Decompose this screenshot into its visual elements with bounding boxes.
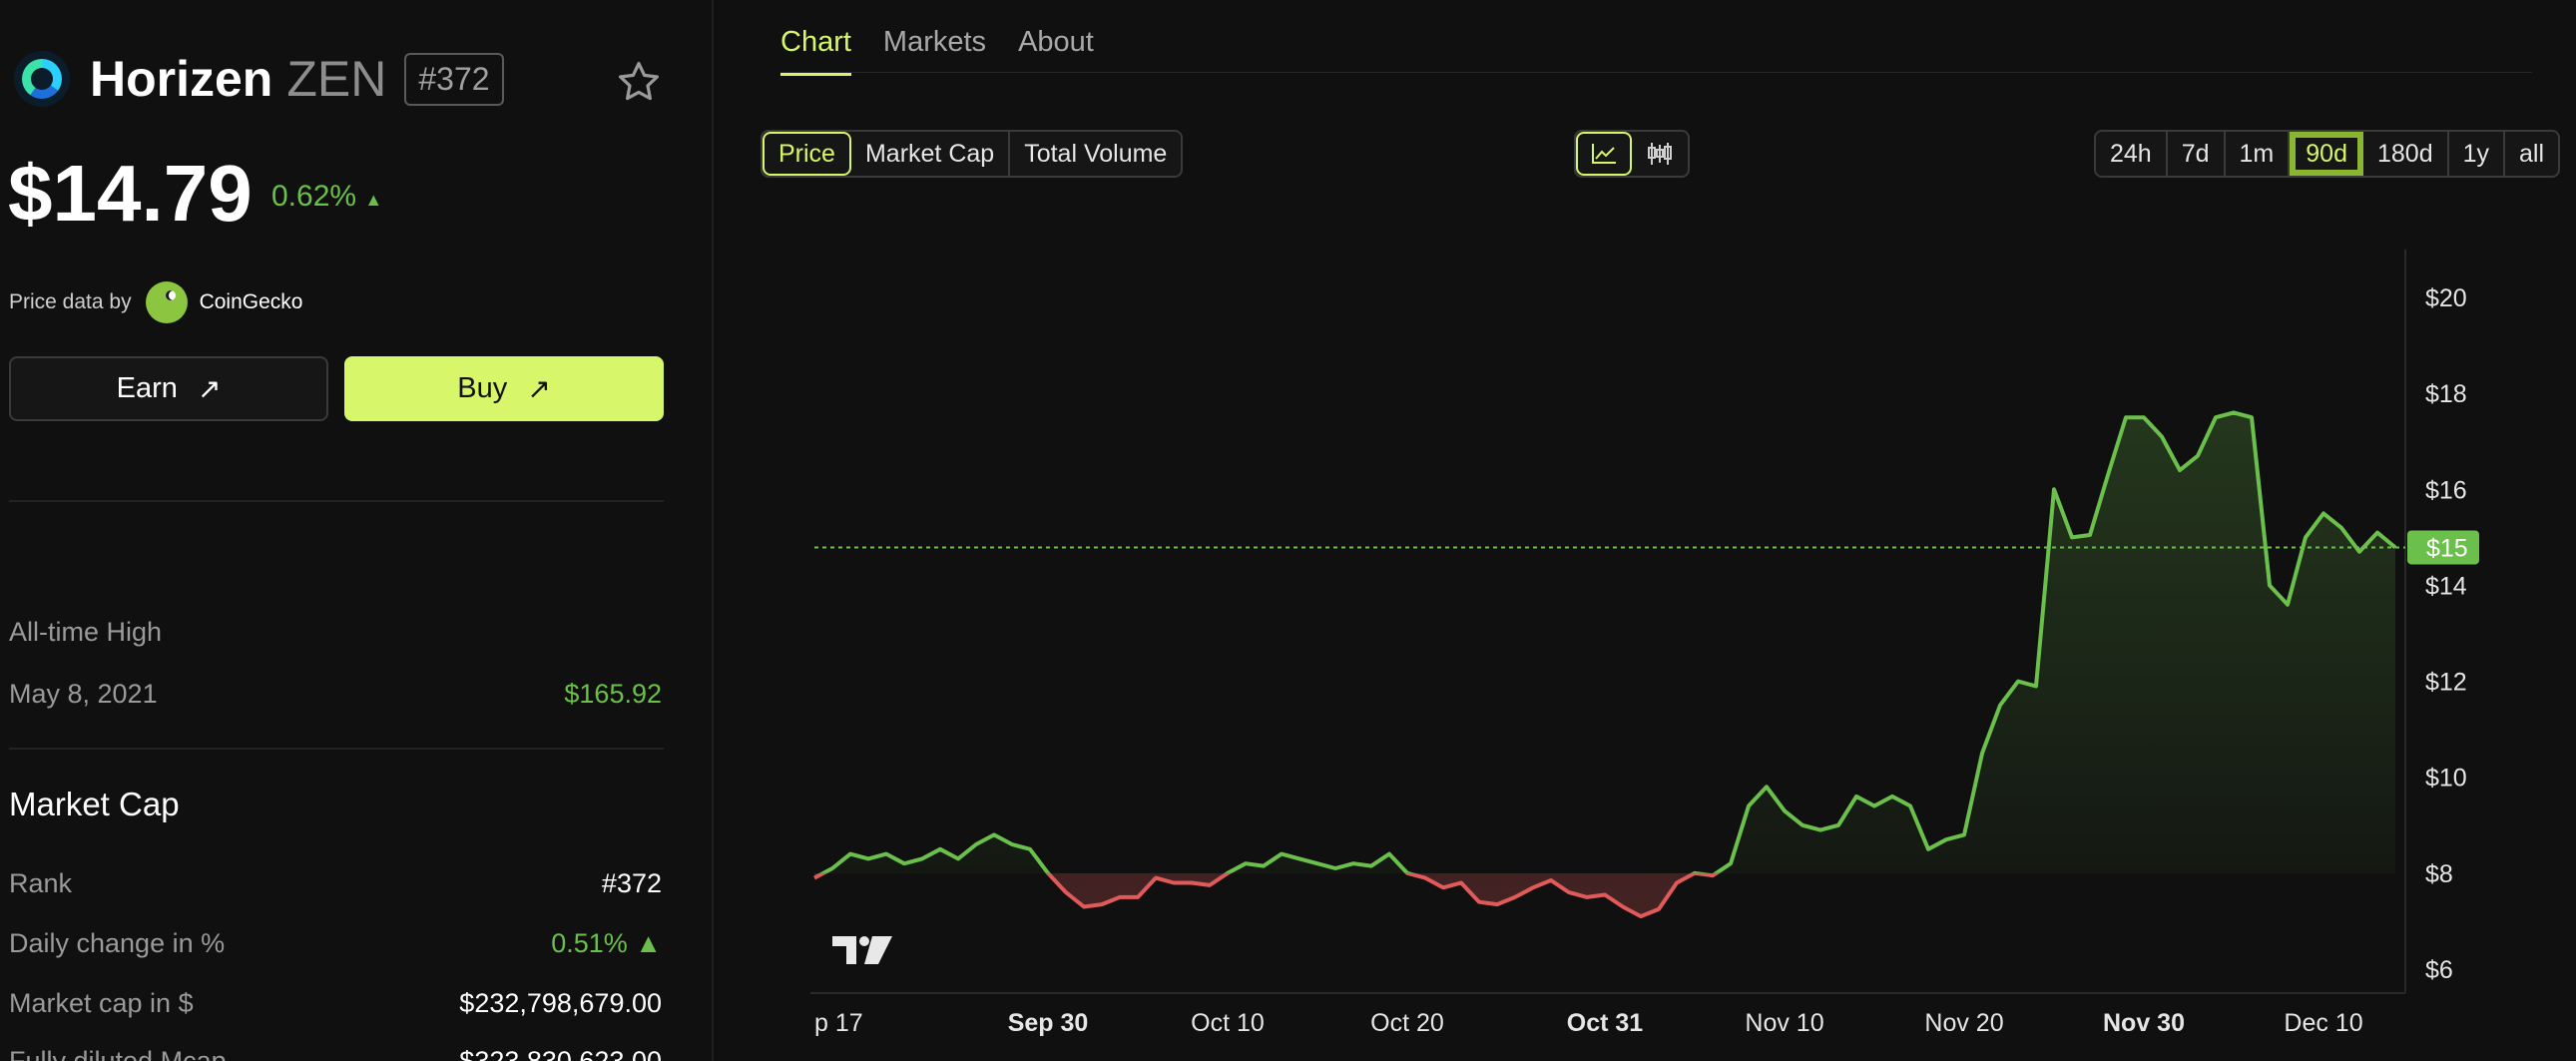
- y-tick-label: $14: [2425, 572, 2467, 600]
- price-area-positive: [822, 412, 2395, 873]
- y-tick-label: $12: [2425, 669, 2467, 697]
- x-tick-label: Nov 10: [1745, 1009, 1823, 1037]
- current-price-label: $15: [2426, 534, 2468, 562]
- y-tick-label: $20: [2425, 284, 2467, 312]
- x-tick-label: Dec 10: [2284, 1009, 2362, 1037]
- x-tick-label: Sep 30: [1008, 1009, 1089, 1037]
- x-tick-label: Oct 31: [1567, 1009, 1644, 1037]
- x-tick-label: Oct 10: [1191, 1009, 1265, 1037]
- y-tick-label: $16: [2425, 476, 2467, 504]
- x-tick-label: Nov 30: [2103, 1009, 2185, 1037]
- y-tick-label: $6: [2425, 956, 2453, 984]
- price-chart[interactable]: $20 $18 $16 $14 $12 $10 $8 $6 p 17 Sep 30 Oct 10 O…: [0, 0, 2576, 1061]
- x-tick-label: Oct 20: [1370, 1009, 1444, 1037]
- y-tick-label: $10: [2425, 765, 2467, 793]
- x-tick-label: Nov 20: [1924, 1009, 2003, 1037]
- x-tick-label: p 17: [814, 1009, 863, 1037]
- y-tick-label: $8: [2425, 860, 2453, 888]
- tradingview-logo: [832, 936, 892, 964]
- y-tick-label: $18: [2425, 380, 2467, 408]
